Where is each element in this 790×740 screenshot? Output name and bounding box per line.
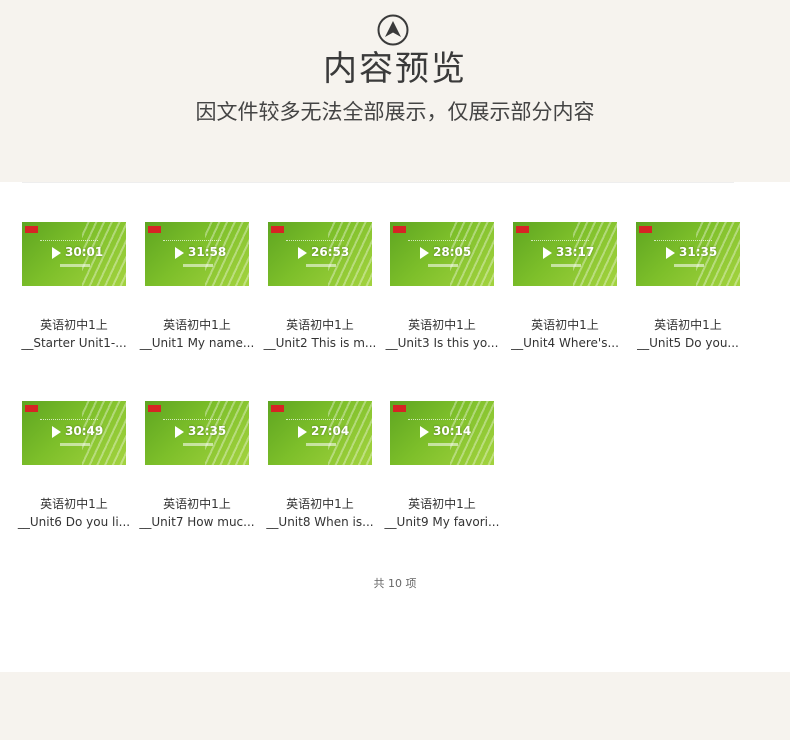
video-duration: 26:53 — [311, 245, 350, 259]
footer-band — [0, 672, 790, 740]
video-filename[interactable]: __Unit1 My name... — [137, 335, 257, 351]
publisher-badge — [639, 226, 652, 233]
video-filename[interactable]: __Unit9 My favori... — [382, 514, 502, 530]
up-arrow-logo-icon — [377, 14, 409, 46]
play-icon[interactable] — [420, 247, 429, 259]
video-filename[interactable]: __Unit2 This is m... — [260, 335, 380, 351]
video-thumbnail[interactable]: 30:49 — [22, 401, 126, 465]
publisher-badge — [393, 405, 406, 412]
video-filename[interactable]: __Unit3 Is this yo... — [382, 335, 502, 351]
thumbnail-caption — [306, 443, 336, 446]
publisher-badge — [25, 405, 38, 412]
video-duration: 31:35 — [679, 245, 718, 259]
video-thumbnail[interactable]: 31:58 — [145, 222, 249, 286]
content-area: 30:01 英语初中1上 __Starter Unit1-... 31:58 英… — [0, 182, 790, 672]
video-title[interactable]: 英语初中1上 — [14, 317, 134, 333]
video-thumbnail[interactable]: 27:04 — [268, 401, 372, 465]
video-title[interactable]: 英语初中1上 — [14, 496, 134, 512]
publisher-badge — [148, 405, 161, 412]
thumbnail-calligraphy — [286, 234, 344, 241]
video-filename[interactable]: __Unit8 When is... — [260, 514, 380, 530]
thumbnail-caption — [674, 264, 704, 267]
video-duration: 31:58 — [188, 245, 227, 259]
thumbnail-calligraphy — [163, 413, 221, 420]
play-icon[interactable] — [175, 247, 184, 259]
thumbnail-calligraphy — [163, 234, 221, 241]
thumbnail-caption — [306, 264, 336, 267]
preview-header: 内容预览 因文件较多无法全部展示，仅展示部分内容 — [0, 0, 790, 182]
publisher-badge — [393, 226, 406, 233]
video-thumbnail[interactable]: 26:53 — [268, 222, 372, 286]
video-filename[interactable]: __Unit5 Do you... — [628, 335, 748, 351]
publisher-badge — [271, 226, 284, 233]
video-title[interactable]: 英语初中1上 — [382, 496, 502, 512]
video-duration: 30:49 — [65, 424, 104, 438]
divider — [22, 182, 734, 183]
publisher-badge — [25, 226, 38, 233]
publisher-badge — [271, 405, 284, 412]
video-thumbnail[interactable]: 30:14 — [390, 401, 494, 465]
video-thumbnail[interactable]: 33:17 — [513, 222, 617, 286]
thumbnail-calligraphy — [286, 413, 344, 420]
total-count: 共 10 项 — [373, 577, 417, 590]
video-title[interactable]: 英语初中1上 — [505, 317, 625, 333]
thumbnail-calligraphy — [40, 234, 98, 241]
video-card[interactable]: 32:35 英语初中1上 __Unit7 How muc... — [139, 401, 255, 541]
video-title[interactable]: 英语初中1上 — [260, 496, 380, 512]
video-card[interactable]: 26:53 英语初中1上 __Unit2 This is m... — [264, 222, 376, 362]
video-filename[interactable]: __Starter Unit1-... — [14, 335, 134, 351]
video-card[interactable]: 31:35 英语初中1上 __Unit5 Do you... — [636, 222, 740, 362]
publisher-badge — [516, 226, 529, 233]
play-icon[interactable] — [298, 247, 307, 259]
thumbnail-calligraphy — [40, 413, 98, 420]
page-subtitle: 因文件较多无法全部展示，仅展示部分内容 — [195, 100, 595, 124]
thumbnail-caption — [551, 264, 581, 267]
thumbnail-caption — [183, 443, 213, 446]
publisher-badge — [148, 226, 161, 233]
video-title[interactable]: 英语初中1上 — [137, 317, 257, 333]
thumbnail-caption — [60, 264, 90, 267]
video-thumbnail[interactable]: 32:35 — [145, 401, 249, 465]
video-thumbnail[interactable]: 30:01 — [22, 222, 126, 286]
video-card[interactable]: 28:05 英语初中1上 __Unit3 Is this yo... — [386, 222, 498, 362]
play-icon[interactable] — [543, 247, 552, 259]
video-filename[interactable]: __Unit4 Where's... — [505, 335, 625, 351]
video-title[interactable]: 英语初中1上 — [137, 496, 257, 512]
video-duration: 33:17 — [556, 245, 595, 259]
page-title: 内容预览 — [323, 49, 467, 89]
video-duration: 27:04 — [311, 424, 350, 438]
thumbnail-caption — [428, 443, 458, 446]
video-card[interactable]: 33:17 英语初中1上 __Unit4 Where's... — [511, 222, 619, 362]
play-icon[interactable] — [175, 426, 184, 438]
thumbnail-calligraphy — [408, 234, 466, 241]
video-thumbnail[interactable]: 28:05 — [390, 222, 494, 286]
play-icon[interactable] — [52, 247, 61, 259]
video-title[interactable]: 英语初中1上 — [628, 317, 748, 333]
play-icon[interactable] — [298, 426, 307, 438]
thumbnail-calligraphy — [531, 234, 589, 241]
thumbnail-calligraphy — [654, 234, 712, 241]
video-card[interactable]: 31:58 英语初中1上 __Unit1 My name... — [140, 222, 254, 362]
play-icon[interactable] — [420, 426, 429, 438]
video-duration: 30:14 — [433, 424, 472, 438]
video-duration: 30:01 — [65, 245, 104, 259]
video-duration: 32:35 — [188, 424, 227, 438]
video-duration: 28:05 — [433, 245, 472, 259]
thumbnail-calligraphy — [408, 413, 466, 420]
video-thumbnail[interactable]: 31:35 — [636, 222, 740, 286]
thumbnail-caption — [428, 264, 458, 267]
video-title[interactable]: 英语初中1上 — [260, 317, 380, 333]
play-icon[interactable] — [52, 426, 61, 438]
thumbnail-caption — [183, 264, 213, 267]
video-card[interactable]: 30:01 英语初中1上 __Starter Unit1-... — [21, 222, 127, 362]
video-filename[interactable]: __Unit6 Do you li... — [14, 514, 134, 530]
thumbnail-caption — [60, 443, 90, 446]
video-card[interactable]: 27:04 英语初中1上 __Unit8 When is... — [266, 401, 374, 541]
play-icon[interactable] — [666, 247, 675, 259]
video-card[interactable]: 30:49 英语初中1上 __Unit6 Do you li... — [18, 401, 130, 541]
video-filename[interactable]: __Unit7 How muc... — [137, 514, 257, 530]
video-title[interactable]: 英语初中1上 — [382, 317, 502, 333]
video-card[interactable]: 30:14 英语初中1上 __Unit9 My favori... — [385, 401, 499, 541]
